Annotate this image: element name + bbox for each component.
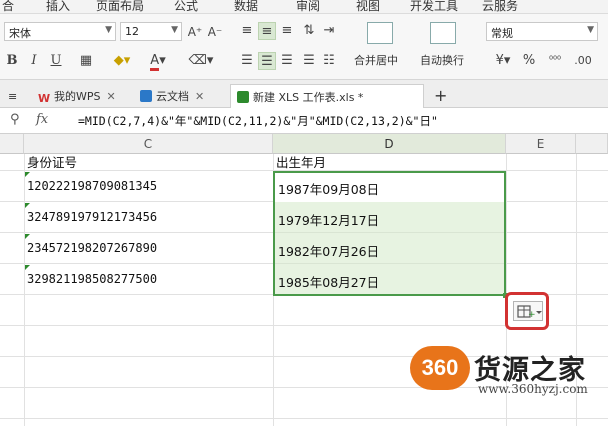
paste-options-icon[interactable]: + xyxy=(513,301,543,321)
thousands-icon[interactable]: ⁰⁰⁰ xyxy=(544,52,566,70)
tab-cloud-docs[interactable]: 云文档 ✕ xyxy=(134,84,210,108)
align-right-icon[interactable]: ☰ xyxy=(278,52,296,70)
cell-d4[interactable]: 1982年07月26日 xyxy=(278,241,379,260)
wps-logo-icon: W xyxy=(38,92,51,105)
menu-item-formula[interactable]: 公式 xyxy=(174,0,198,14)
number-format-value: 常规 xyxy=(491,27,513,40)
corner-header[interactable] xyxy=(0,134,24,154)
distribute-icon[interactable]: ☷ xyxy=(320,52,338,70)
row-line xyxy=(0,418,608,419)
number-format-select[interactable]: 常规 ▼ xyxy=(486,22,598,41)
number-as-text-marker xyxy=(25,172,30,177)
wrap-text-button[interactable]: 自动换行 xyxy=(420,52,464,68)
font-color-button[interactable]: A▾ xyxy=(144,52,172,71)
border-icon[interactable]: ▦ xyxy=(74,52,98,70)
close-icon[interactable]: ✕ xyxy=(195,90,204,103)
menu-toggle-icon[interactable]: ≡ xyxy=(2,86,22,110)
currency-icon[interactable]: ¥▾ xyxy=(490,52,516,70)
font-name-value: 宋体 xyxy=(9,27,31,40)
bold-button[interactable]: B xyxy=(4,52,20,70)
align-bottom-icon[interactable]: ≡ xyxy=(278,22,296,40)
menu-item-cloud[interactable]: 云服务 xyxy=(482,0,518,14)
watermark: 360 货源之家 www.360hyzj.com xyxy=(410,346,608,406)
orientation-icon[interactable]: ⇅ xyxy=(300,22,318,40)
close-icon[interactable]: ✕ xyxy=(107,90,116,103)
font-size-select[interactable]: 12 ▼ xyxy=(120,22,182,41)
cell-d5[interactable]: 1985年08月27日 xyxy=(278,272,379,291)
paste-options-button[interactable]: + xyxy=(505,292,549,330)
cell-d2[interactable]: 1987年09月08日 xyxy=(278,179,379,198)
clear-format-icon[interactable]: ⌫▾ xyxy=(188,52,214,70)
italic-button[interactable]: I xyxy=(26,52,42,70)
svg-text:+: + xyxy=(528,310,536,320)
merge-center-button[interactable]: 合并居中 xyxy=(354,52,398,68)
tab-label: 新建 XLS 工作表.xls * xyxy=(253,91,364,104)
indent-icon[interactable]: ⇥ xyxy=(320,22,338,40)
cell-c4[interactable]: 234572198207267890 xyxy=(27,241,157,255)
chevron-down-icon: ▼ xyxy=(587,25,594,35)
col-line xyxy=(24,154,25,426)
column-header-e[interactable]: E xyxy=(506,134,576,154)
shrink-font-button[interactable]: A⁻ xyxy=(206,23,224,41)
fx-button[interactable]: fx xyxy=(36,112,48,127)
tab-my-wps[interactable]: W 我的WPS ✕ xyxy=(32,84,122,108)
cloud-doc-icon xyxy=(140,90,152,102)
watermark-url: www.360hyzj.com xyxy=(478,382,588,396)
ribbon: 宋体 ▼ 12 ▼ A⁺ A⁻ B I U ▦ ◆▾ A▾ ⌫▾ ≡ ≡ ≡ ⇅… xyxy=(0,14,608,80)
align-left-icon[interactable]: ☰ xyxy=(238,52,256,70)
menu-item-review[interactable]: 审阅 xyxy=(296,0,320,14)
column-header-c[interactable]: C xyxy=(24,134,273,154)
cell-d1[interactable]: 出生年月 xyxy=(276,152,326,171)
align-top-icon[interactable]: ≡ xyxy=(238,22,256,40)
merge-center-icon[interactable] xyxy=(367,22,393,44)
number-as-text-marker xyxy=(25,203,30,208)
decimal-icon[interactable]: .00 xyxy=(572,52,594,70)
font-name-select[interactable]: 宋体 ▼ xyxy=(4,22,116,41)
menu-item-insert[interactable]: 插入 xyxy=(46,0,70,14)
grow-font-button[interactable]: A⁺ xyxy=(186,23,204,41)
cell-d3[interactable]: 1979年12月17日 xyxy=(278,210,379,229)
menu-item-view[interactable]: 视图 xyxy=(356,0,380,14)
new-tab-button[interactable]: + xyxy=(428,82,453,106)
menu-item-page-layout[interactable]: 页面布局 xyxy=(96,0,144,14)
column-header-d[interactable]: D xyxy=(273,134,506,154)
align-center-icon[interactable]: ☰ xyxy=(258,52,276,70)
formula-bar: ⚲ fx =MID(C2,7,4)&"年"&MID(C2,11,2)&"月"&M… xyxy=(0,108,608,134)
chevron-down-icon: ▼ xyxy=(171,25,178,35)
tab-label: 我的WPS xyxy=(54,90,101,103)
justify-icon[interactable]: ☰ xyxy=(300,52,318,70)
cell-c2[interactable]: 120222198709081345 xyxy=(27,179,157,193)
menu-bar: 合 插入 页面布局 公式 数据 审阅 视图 开发工具 云服务 xyxy=(0,0,608,14)
watermark-badge: 360 xyxy=(410,346,470,390)
chevron-down-icon: ▼ xyxy=(105,25,112,35)
cell-c3[interactable]: 324789197912173456 xyxy=(27,210,157,224)
cell-c1[interactable]: 身份证号 xyxy=(27,152,77,171)
spreadsheet-icon xyxy=(237,91,249,103)
tab-label: 云文档 xyxy=(156,90,189,103)
tab-spreadsheet[interactable]: 新建 XLS 工作表.xls * xyxy=(230,84,424,108)
underline-button[interactable]: U xyxy=(48,52,64,70)
menu-item-data[interactable]: 数据 xyxy=(234,0,258,14)
menu-item-developer[interactable]: 开发工具 xyxy=(410,0,458,14)
font-color-glyph: A xyxy=(150,53,160,71)
formula-input[interactable]: =MID(C2,7,4)&"年"&MID(C2,11,2)&"月"&MID(C2… xyxy=(78,113,438,129)
cell-c5[interactable]: 329821198508277500 xyxy=(27,272,157,286)
font-size-value: 12 xyxy=(125,25,139,38)
number-as-text-marker xyxy=(25,265,30,270)
align-middle-icon[interactable]: ≡ xyxy=(258,22,276,40)
column-header-f[interactable] xyxy=(576,134,608,154)
menu-item-start[interactable]: 合 xyxy=(2,0,14,14)
wrap-text-icon[interactable] xyxy=(430,22,456,44)
zoom-icon[interactable]: ⚲ xyxy=(10,112,20,127)
fill-color-icon[interactable]: ◆▾ xyxy=(108,52,136,70)
document-tab-bar: ≡ W 我的WPS ✕ 云文档 ✕ 新建 XLS 工作表.xls * + xyxy=(0,80,608,108)
number-as-text-marker xyxy=(25,234,30,239)
percent-button[interactable]: % xyxy=(520,52,538,70)
